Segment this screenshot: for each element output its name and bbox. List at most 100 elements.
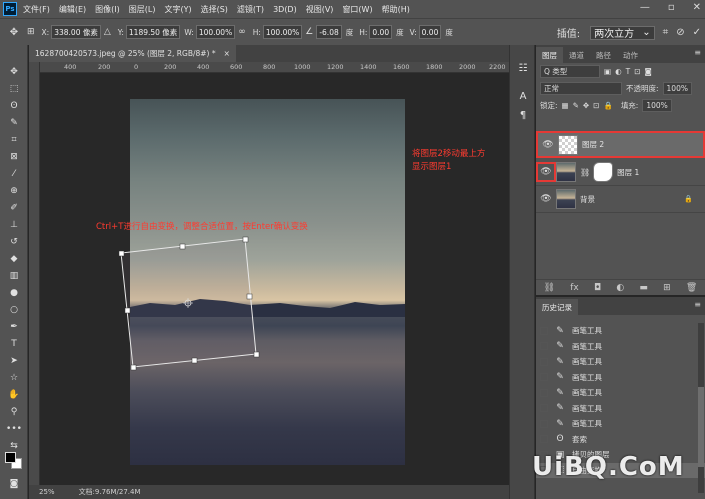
vskew-field[interactable]: 0.00 — [418, 25, 442, 39]
height-field[interactable]: 100.00% — [262, 25, 303, 39]
type-tool-icon[interactable]: T — [4, 337, 24, 351]
maximize-icon[interactable]: ▫ — [668, 2, 675, 13]
layer-row-layer2[interactable]: 👁 图层 2 — [536, 131, 705, 158]
angle-field[interactable]: -6.08 — [316, 25, 342, 39]
more-tools-icon[interactable]: ••• — [4, 422, 24, 436]
delta-icon[interactable]: △ — [104, 27, 111, 37]
x-field[interactable]: 338.00 像素 — [51, 25, 101, 39]
commit-transform-icon[interactable]: ✓ — [693, 27, 701, 38]
menu-window[interactable]: 窗口(W) — [342, 4, 372, 15]
visibility-eye-icon[interactable]: 👁 — [536, 162, 556, 182]
zoom-level[interactable]: 25% — [39, 488, 55, 496]
layer-row-background[interactable]: 👁 背景 🔒 — [536, 186, 705, 213]
dodge-tool-icon[interactable]: ○ — [4, 303, 24, 317]
add-mask-icon[interactable]: ◘ — [594, 283, 601, 293]
eraser-tool-icon[interactable]: ◆ — [4, 252, 24, 266]
character-icon[interactable]: A — [515, 88, 531, 104]
tab-actions[interactable]: 动作 — [617, 47, 644, 63]
canvas-area[interactable]: Ctrl+T进行自由变换，调整合适位置，按Enter确认变换 将图层2移动最上方… — [40, 73, 509, 485]
menu-type[interactable]: 文字(Y) — [164, 4, 191, 15]
warp-icon[interactable]: ⌗ — [663, 27, 669, 38]
tab-paths[interactable]: 路径 — [590, 47, 617, 63]
tab-channels[interactable]: 通道 — [563, 47, 590, 63]
layer-filter-select[interactable]: Q 类型 — [540, 65, 600, 78]
reference-point-icon[interactable]: ⊞ — [27, 27, 35, 37]
layer-row-layer1[interactable]: 👁 ⛓ 图层 1 — [536, 159, 705, 186]
history-checkbox[interactable] — [540, 419, 548, 428]
adjustment-layer-icon[interactable]: ◐ — [616, 283, 624, 293]
healing-brush-icon[interactable]: ⊕ — [4, 184, 24, 198]
new-layer-icon[interactable]: ⊞ — [663, 283, 671, 293]
cancel-transform-icon[interactable]: ⊘ — [676, 27, 684, 38]
menu-layer[interactable]: 图层(L) — [129, 4, 156, 15]
interpolation-select[interactable]: 两次立方 ⌄ — [590, 25, 655, 40]
quick-select-tool-icon[interactable]: ✎ — [4, 116, 24, 130]
new-group-icon[interactable]: ▬ — [639, 283, 648, 293]
marquee-tool-icon[interactable]: ⬚ — [4, 82, 24, 96]
history-item[interactable]: ✎ 画笔工具 — [536, 370, 705, 386]
document-tab[interactable]: 1628700420573.jpeg @ 25% (图层 2, RGB/8#) … — [29, 45, 236, 62]
eyedropper-tool-icon[interactable]: ⁄ — [4, 167, 24, 181]
lock-icons[interactable]: ▦✎✥⊡🔒 — [562, 101, 617, 110]
transform-bounding-box[interactable] — [40, 73, 509, 485]
tab-history[interactable]: 历史记录 — [536, 299, 578, 315]
history-checkbox[interactable] — [540, 404, 548, 413]
history-item[interactable]: ✎ 画笔工具 — [536, 385, 705, 401]
properties-icon[interactable]: ☷ — [515, 60, 531, 76]
swap-colors-icon[interactable]: ⇆ — [4, 439, 24, 453]
history-item[interactable]: ʘ 套索 — [536, 432, 705, 448]
menu-filter[interactable]: 滤镜(T) — [237, 4, 264, 15]
history-checkbox[interactable] — [540, 326, 548, 335]
link-icon[interactable]: ∞ — [238, 27, 246, 37]
opacity-field[interactable]: 100% — [662, 82, 692, 95]
history-checkbox[interactable] — [540, 342, 548, 351]
paragraph-icon[interactable]: ¶ — [515, 107, 531, 123]
history-item[interactable]: ✎ 画笔工具 — [536, 416, 705, 432]
mask-link-icon[interactable]: ⛓ — [580, 168, 590, 177]
y-field[interactable]: 1189.50 像素 — [125, 25, 181, 39]
gradient-tool-icon[interactable]: ▥ — [4, 269, 24, 283]
crop-tool-icon[interactable]: ⌗ — [4, 133, 24, 147]
menu-select[interactable]: 选择(S) — [201, 4, 228, 15]
frame-tool-icon[interactable]: ⊠ — [4, 150, 24, 164]
move-tool-icon[interactable]: ✥ — [4, 65, 24, 79]
close-tab-icon[interactable]: × — [224, 49, 230, 58]
close-icon[interactable]: ✕ — [693, 2, 701, 13]
history-brush-icon[interactable]: ↺ — [4, 235, 24, 249]
lasso-tool-icon[interactable]: ʘ — [4, 99, 24, 113]
shape-tool-icon[interactable]: ☆ — [4, 371, 24, 385]
quick-mask-icon[interactable]: ◙ — [4, 477, 24, 491]
history-checkbox[interactable] — [540, 435, 548, 444]
history-checkbox[interactable] — [540, 357, 548, 366]
menu-edit[interactable]: 编辑(E) — [59, 4, 86, 15]
history-item[interactable]: ✎ 画笔工具 — [536, 339, 705, 355]
panel-menu-icon[interactable]: ≡ — [694, 300, 701, 309]
hand-tool-icon[interactable]: ✋ — [4, 388, 24, 402]
zoom-tool-icon[interactable]: ⚲ — [4, 405, 24, 419]
menu-file[interactable]: 文件(F) — [23, 4, 50, 15]
blend-mode-select[interactable]: 正常 — [540, 82, 622, 95]
delete-layer-icon[interactable]: 🗑 — [686, 283, 697, 293]
visibility-eye-icon[interactable]: 👁 — [536, 194, 556, 204]
tab-layers[interactable]: 图层 — [536, 47, 563, 63]
path-select-icon[interactable]: ➤ — [4, 354, 24, 368]
visibility-eye-icon[interactable]: 👁 — [538, 140, 558, 150]
blur-tool-icon[interactable]: ● — [4, 286, 24, 300]
menu-view[interactable]: 视图(V) — [306, 4, 334, 15]
menu-help[interactable]: 帮助(H) — [382, 4, 410, 15]
hskew-field[interactable]: 0.00 — [369, 25, 393, 39]
stamp-tool-icon[interactable]: ⊥ — [4, 218, 24, 232]
fill-field[interactable]: 100% — [642, 99, 672, 112]
history-item[interactable]: ✎ 画笔工具 — [536, 323, 705, 339]
link-layers-icon[interactable]: ⛓ — [544, 283, 555, 293]
history-scroll-thumb[interactable] — [698, 387, 704, 467]
pen-tool-icon[interactable]: ✒ — [4, 320, 24, 334]
width-field[interactable]: 100.00% — [195, 25, 236, 39]
filter-icons[interactable]: ▣◐T⊡◙ — [604, 67, 656, 76]
history-item[interactable]: ✎ 画笔工具 — [536, 401, 705, 417]
layer-mask-thumbnail[interactable] — [593, 162, 614, 182]
menu-3d[interactable]: 3D(D) — [273, 5, 297, 14]
history-checkbox[interactable] — [540, 373, 548, 382]
brush-tool-icon[interactable]: ✐ — [4, 201, 24, 215]
move-tool-icon[interactable]: ✥ — [4, 22, 24, 42]
